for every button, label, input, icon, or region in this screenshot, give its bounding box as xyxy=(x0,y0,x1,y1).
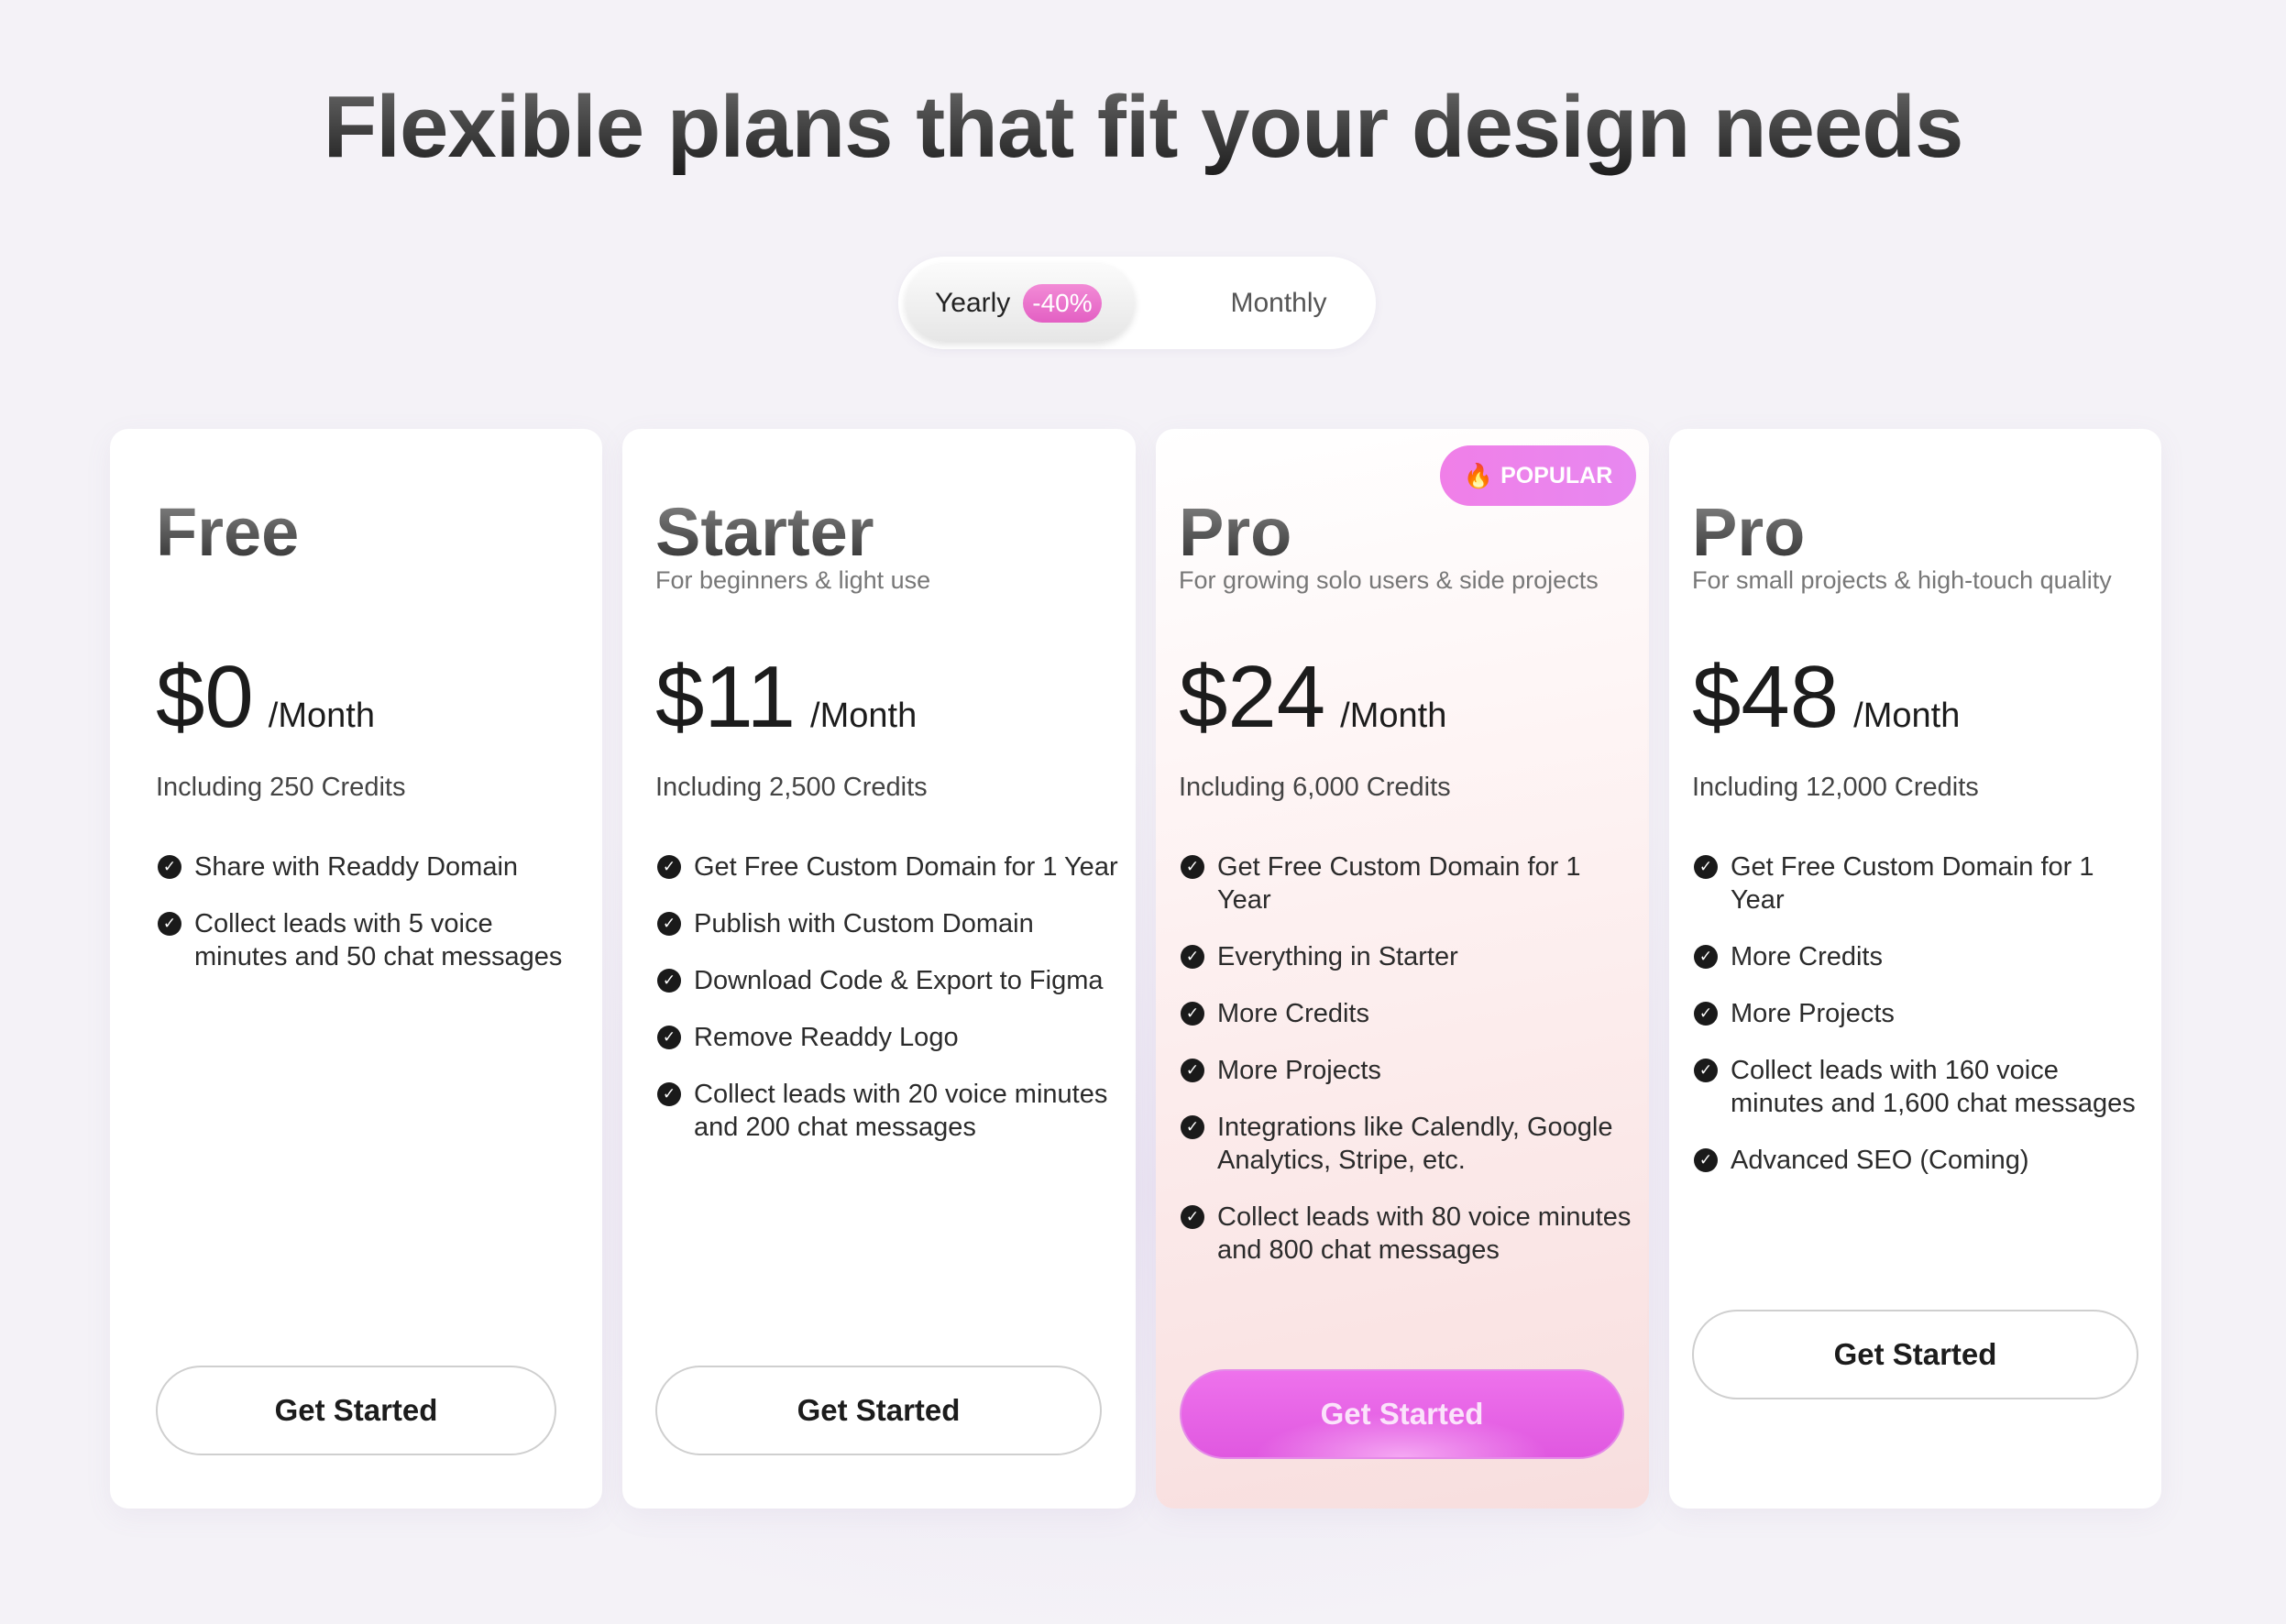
billing-toggle: Yearly -40% Monthly xyxy=(898,257,1376,349)
feature-item: ✓ More Projects xyxy=(1181,1054,1639,1087)
get-started-button-pro-plus[interactable]: Get Started xyxy=(1692,1310,2138,1399)
feature-item: ✓ Get Free Custom Domain for 1 Year xyxy=(1694,850,2152,916)
get-started-button-starter[interactable]: Get Started xyxy=(655,1366,1102,1455)
feature-item: ✓ Get Free Custom Domain for 1 Year xyxy=(1181,850,1639,916)
plan-name: Pro xyxy=(1179,494,1292,570)
yearly-label: Yearly xyxy=(935,287,1011,318)
check-icon: ✓ xyxy=(1694,945,1718,969)
feature-item: ✓ Everything in Starter xyxy=(1181,940,1639,973)
price-period: /Month xyxy=(810,697,918,735)
feature-item: ✓ More Projects xyxy=(1694,997,2152,1030)
check-icon: ✓ xyxy=(1181,1115,1204,1139)
feature-item: ✓ Integrations like Calendly, Google Anal… xyxy=(1181,1111,1639,1177)
feature-list: ✓ Get Free Custom Domain for 1 Year ✓ Ever… xyxy=(1181,850,1639,1290)
plan-card-pro-popular: 🔥 POPULAR Pro For growing solo users & s… xyxy=(1156,429,1649,1509)
feature-item: ✓ More Credits xyxy=(1694,940,2152,973)
plan-price: $0 /Month xyxy=(156,647,375,748)
check-icon: ✓ xyxy=(158,855,181,879)
feature-list: ✓ Get Free Custom Domain for 1 Year ✓ More… xyxy=(1694,850,2152,1201)
plan-price: $11 /Month xyxy=(655,647,917,748)
feature-item: ✓ Remove Readdy Logo xyxy=(657,1021,1125,1054)
plan-subtitle: For small projects & high-touch quality xyxy=(1692,566,2112,594)
check-icon: ✓ xyxy=(1694,1059,1718,1082)
plan-card-starter: Starter For beginners & light use $11 /M… xyxy=(622,429,1136,1509)
plan-credits: Including 2,500 Credits xyxy=(655,773,928,802)
feature-list: ✓ Get Free Custom Domain for 1 Year ✓ Publ… xyxy=(657,850,1125,1168)
feature-list: ✓ Share with Readdy Domain ✓ Collect leads… xyxy=(158,850,579,997)
price-period: /Month xyxy=(268,697,375,735)
plan-subtitle: For growing solo users & side projects xyxy=(1179,566,1599,594)
price-period: /Month xyxy=(1853,697,1961,735)
plan-card-pro-plus: Pro For small projects & high-touch qual… xyxy=(1669,429,2161,1509)
check-icon: ✓ xyxy=(657,855,681,879)
plan-credits: Including 250 Credits xyxy=(156,773,406,802)
plan-credits: Including 12,000 Credits xyxy=(1692,773,1979,802)
check-icon: ✓ xyxy=(1694,1002,1718,1026)
check-icon: ✓ xyxy=(1694,1148,1718,1172)
plan-credits: Including 6,000 Credits xyxy=(1179,773,1451,802)
feature-item: ✓ Collect leads with 80 voice minutes and… xyxy=(1181,1201,1639,1267)
popular-badge: 🔥 POPULAR xyxy=(1440,445,1636,506)
plan-card-free: Free $0 /Month Including 250 Credits ✓ Sh… xyxy=(110,429,602,1509)
check-icon: ✓ xyxy=(1694,855,1718,879)
feature-item: ✓ Share with Readdy Domain xyxy=(158,850,579,883)
check-icon: ✓ xyxy=(1181,1059,1204,1082)
get-started-button-free[interactable]: Get Started xyxy=(156,1366,556,1455)
plan-name: Pro xyxy=(1692,494,1806,570)
price-amount: $48 xyxy=(1692,648,1840,746)
check-icon: ✓ xyxy=(657,969,681,993)
feature-item: ✓ Collect leads with 5 voice minutes and … xyxy=(158,907,579,973)
price-amount: $11 xyxy=(655,648,797,746)
discount-badge: -40% xyxy=(1023,283,1102,323)
feature-item: ✓ Download Code & Export to Figma xyxy=(657,964,1125,997)
feature-item: ✓ Collect leads with 160 voice minutes an… xyxy=(1694,1054,2152,1120)
feature-item: ✓ More Credits xyxy=(1181,997,1639,1030)
price-period: /Month xyxy=(1340,697,1447,735)
page-title: Flexible plans that fit your design need… xyxy=(0,77,2286,178)
check-icon: ✓ xyxy=(1181,945,1204,969)
plan-subtitle: For beginners & light use xyxy=(655,566,931,594)
check-icon: ✓ xyxy=(1181,1205,1204,1229)
check-icon: ✓ xyxy=(657,912,681,936)
monthly-option[interactable]: Monthly xyxy=(1201,264,1357,342)
flame-icon: 🔥 xyxy=(1463,461,1494,489)
check-icon: ✓ xyxy=(657,1082,681,1106)
plan-price: $24 /Month xyxy=(1179,647,1446,748)
yearly-option[interactable]: Yearly -40% xyxy=(906,264,1135,342)
feature-item: ✓ Advanced SEO (Coming) xyxy=(1694,1144,2152,1177)
check-icon: ✓ xyxy=(1181,1002,1204,1026)
check-icon: ✓ xyxy=(657,1026,681,1049)
price-amount: $24 xyxy=(1179,648,1326,746)
check-icon: ✓ xyxy=(1181,855,1204,879)
price-amount: $0 xyxy=(156,648,254,746)
feature-item: ✓ Publish with Custom Domain xyxy=(657,907,1125,940)
plan-name: Free xyxy=(156,494,300,570)
plan-price: $48 /Month xyxy=(1692,647,1960,748)
get-started-button-pro[interactable]: Get Started xyxy=(1180,1369,1624,1459)
feature-item: ✓ Collect leads with 20 voice minutes and… xyxy=(657,1078,1125,1144)
check-icon: ✓ xyxy=(158,912,181,936)
plan-name: Starter xyxy=(655,494,874,570)
feature-item: ✓ Get Free Custom Domain for 1 Year xyxy=(657,850,1125,883)
